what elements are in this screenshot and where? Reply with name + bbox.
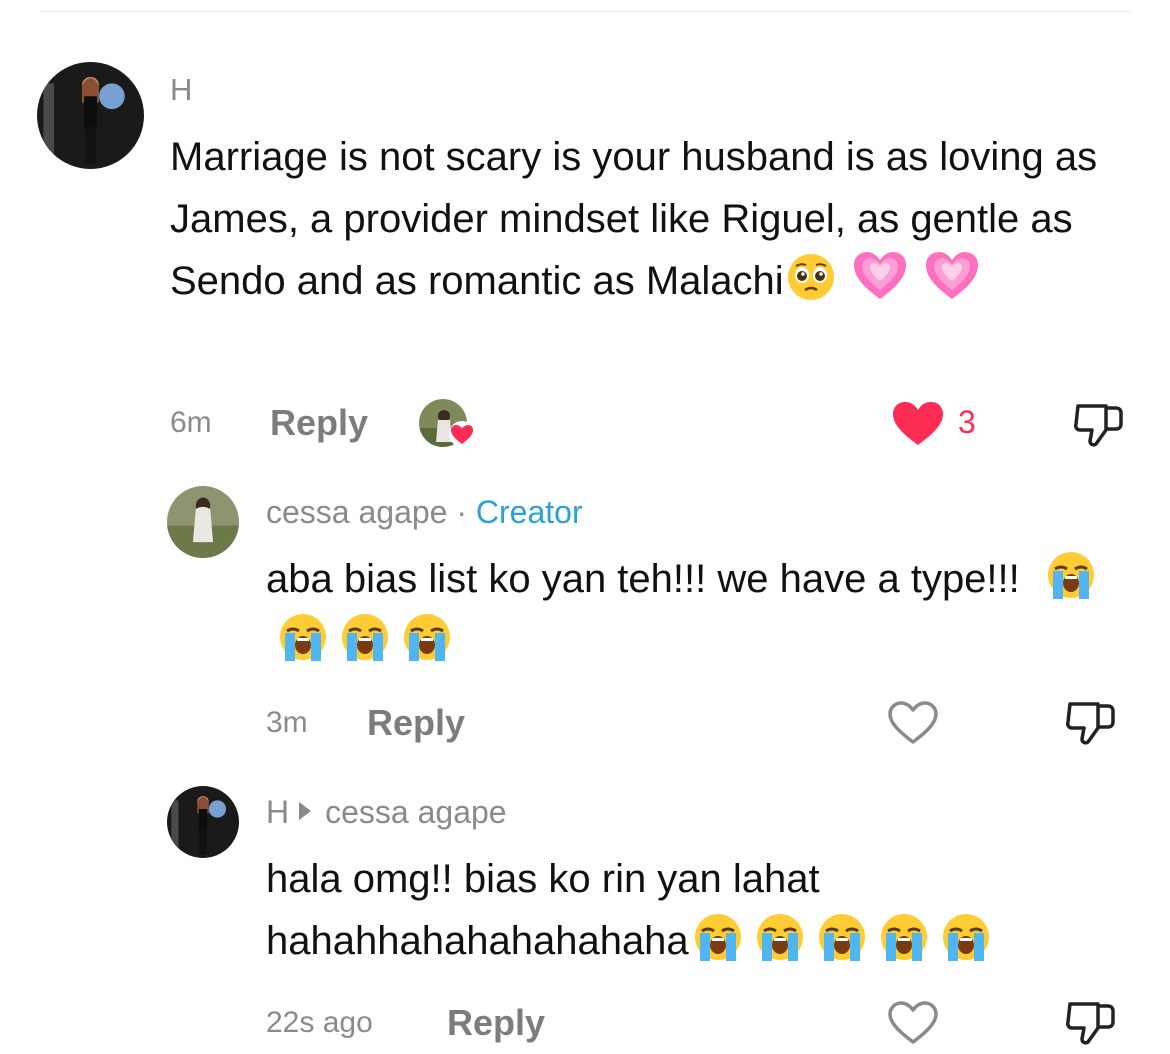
loudly-crying-face-emoji (402, 612, 452, 662)
comment-text: Marriage is not scary is your husband is… (170, 126, 1140, 312)
username[interactable]: H (266, 794, 289, 830)
dislike-icon[interactable] (1072, 402, 1126, 448)
top-divider (40, 11, 1130, 12)
growing-heart-emoji (852, 250, 908, 302)
creator-badge: Creator (475, 494, 583, 530)
comment-time: 6m (170, 406, 212, 439)
comment-text: aba bias list ko yan teh!!! we have a ty… (266, 548, 1126, 672)
loudly-crying-face-emoji (693, 912, 743, 962)
username[interactable]: cessa agape (266, 494, 447, 530)
avatar[interactable] (167, 486, 239, 558)
reply-arrow-icon (299, 802, 312, 820)
username-row: Hcessa agape (266, 794, 507, 831)
like-heart-outline-icon[interactable] (887, 700, 939, 746)
dislike-icon[interactable] (1064, 1000, 1118, 1046)
dislike-icon[interactable] (1064, 700, 1118, 746)
username[interactable]: H (170, 72, 192, 108)
loudly-crying-face-emoji (1046, 550, 1096, 600)
loudly-crying-face-emoji (879, 912, 929, 962)
reply-button[interactable]: Reply (270, 402, 368, 444)
pleading-face-emoji (786, 252, 836, 302)
loudly-crying-face-emoji (278, 612, 328, 662)
avatar[interactable] (37, 62, 144, 169)
like-heart-icon[interactable] (892, 401, 944, 447)
username-row: cessa agape · Creator (266, 494, 583, 531)
like-count: 3 (958, 404, 976, 440)
comment-text-content: aba bias list ko yan teh!!! we have a ty… (266, 557, 1020, 601)
growing-heart-emoji (924, 250, 980, 302)
comment-time: 22s ago (266, 1006, 373, 1039)
reply-button[interactable]: Reply (367, 702, 465, 744)
like-heart-outline-icon[interactable] (887, 1000, 939, 1046)
avatar[interactable] (167, 786, 239, 858)
loudly-crying-face-emoji (340, 612, 390, 662)
reply-button[interactable]: Reply (447, 1002, 545, 1044)
creator-liked-avatar-icon (418, 398, 476, 450)
loudly-crying-face-emoji (941, 912, 991, 962)
comment-text: hala omg!! bias ko rin yan lahat hahahha… (266, 848, 1066, 972)
loudly-crying-face-emoji (817, 912, 867, 962)
separator: · (456, 494, 468, 530)
loudly-crying-face-emoji (755, 912, 805, 962)
comment-time: 3m (266, 706, 308, 739)
reply-to-username[interactable]: cessa agape (325, 794, 506, 830)
